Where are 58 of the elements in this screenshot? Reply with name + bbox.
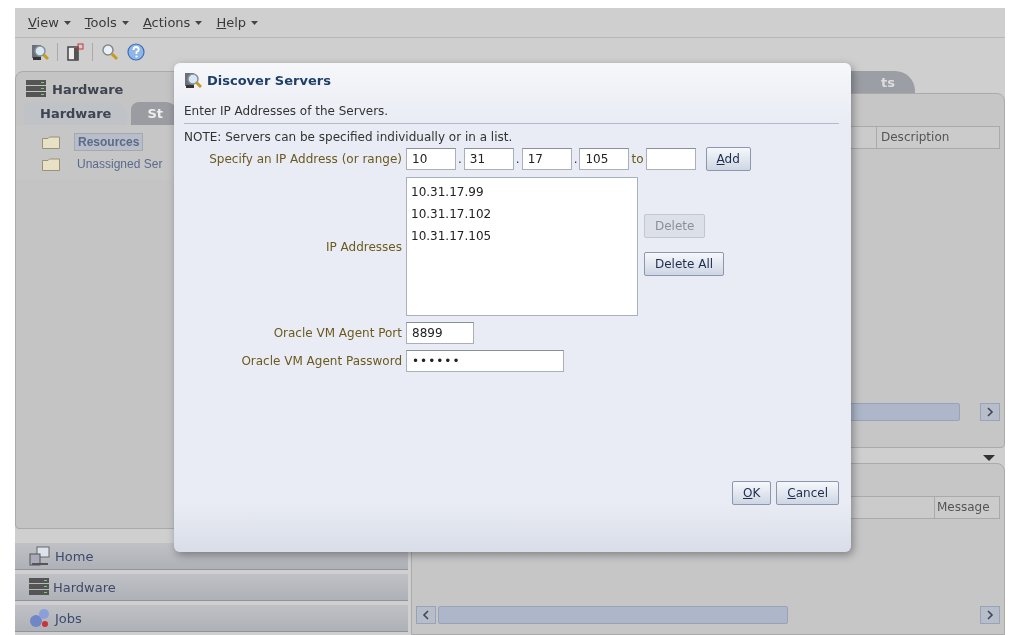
caret-icon [121, 20, 129, 25]
server-icon [29, 578, 49, 596]
menu-item[interactable]: Help [216, 15, 259, 30]
server-icon [26, 80, 46, 98]
field-label: Oracle VM Agent Password [241, 354, 402, 368]
range-label: to [631, 152, 644, 166]
menu-item[interactable]: Tools [84, 15, 129, 30]
accordion-label: Hardware [53, 579, 116, 595]
caret-icon [63, 20, 71, 25]
column-header[interactable]: Description [877, 127, 999, 148]
column-header[interactable]: Message [935, 497, 999, 518]
field-label: Oracle VM Agent Port [273, 326, 402, 340]
address-list[interactable]: 10.31.17.99 10.31.17.102 10.31.17.105 [406, 177, 638, 316]
panel-title: Hardware [52, 81, 124, 97]
field-label: Specify an IP Address (or range) [209, 152, 402, 166]
input-field[interactable]: 10 [406, 148, 456, 170]
horizontal-scrollbar[interactable] [416, 606, 1000, 624]
server-add-icon[interactable] [66, 43, 84, 61]
separator-text: . [458, 152, 462, 166]
accordion-header[interactable]: Hardware [15, 574, 408, 601]
accordion-header[interactable]: Jobs [15, 605, 408, 632]
menu-item[interactable]: View [28, 15, 71, 30]
instruction-text: Enter IP Addresses of the Servers. [184, 104, 839, 124]
list-item[interactable]: 10.31.17.102 [411, 203, 633, 225]
scroll-right-icon[interactable] [980, 606, 1000, 624]
menu-item[interactable]: Actions [142, 15, 203, 30]
scroll-right-icon[interactable] [980, 403, 1000, 421]
input-field[interactable]: 17 [521, 148, 572, 170]
help-icon[interactable] [127, 43, 145, 61]
add-button[interactable]: Add [705, 147, 751, 171]
computer-icon [29, 546, 51, 566]
delete-button: Delete [644, 214, 706, 238]
accordion-label: Jobs [55, 610, 82, 626]
dialog-title: Discover Servers [207, 72, 331, 88]
password-field[interactable]: •••••• [406, 350, 564, 372]
search-icon[interactable] [101, 43, 119, 61]
separator-text: . [573, 152, 578, 166]
field-label: IP Addresses [326, 239, 402, 254]
input-field[interactable]: 8899 [406, 322, 474, 344]
discover-servers-icon [184, 71, 202, 89]
accordion-label: Home [55, 548, 94, 564]
scroll-left-icon[interactable] [416, 606, 436, 624]
separator-text: . [515, 152, 520, 166]
tab[interactable]: Hardware [24, 102, 128, 125]
caret-icon [251, 20, 259, 25]
input-field[interactable]: 105 [579, 148, 630, 170]
delete-button[interactable]: Delete All [644, 252, 725, 276]
note-text: NOTE: Servers can be specified individually or in a list. [184, 130, 514, 144]
discover-servers-icon[interactable] [31, 43, 49, 61]
folder-icon [42, 157, 60, 171]
ok-button[interactable]: OK [732, 481, 772, 505]
input-field[interactable]: 31 [463, 148, 514, 170]
folder-icon [42, 135, 60, 149]
cancel-button[interactable]: Cancel [776, 481, 839, 505]
caret-icon [195, 20, 203, 25]
list-item[interactable]: 10.31.17.105 [411, 225, 633, 247]
list-item[interactable]: 10.31.17.99 [411, 181, 633, 203]
input-field[interactable] [645, 148, 696, 170]
